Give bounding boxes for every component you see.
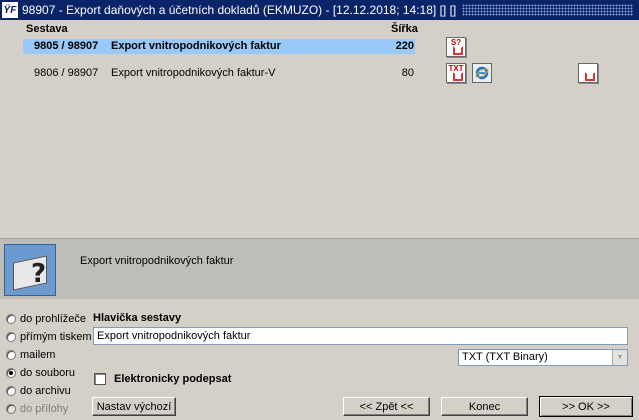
radio-label: mailem <box>20 349 56 361</box>
radio-do-prohlizece[interactable]: do prohlížeče <box>6 313 86 325</box>
column-header-sirka: Šířka <box>391 23 418 35</box>
pdf-file-icon[interactable]: S? <box>446 37 466 57</box>
header-field-label: Hlavička sestavy <box>93 312 182 324</box>
report-width: 220 <box>395 40 414 52</box>
radio-mailem[interactable]: mailem <box>6 349 55 361</box>
report-row[interactable]: 9805 / 98907 Export vnitropodnikových fa… <box>0 39 420 55</box>
chevron-down-icon[interactable]: ▼ <box>612 350 627 365</box>
radio-do-prilohy: do přílohy <box>6 403 68 415</box>
window-title: 98907 - Export daňových a účetních dokla… <box>22 3 457 17</box>
radio-label: přímým tiskem <box>20 331 92 343</box>
column-header-sestava: Sestava <box>26 23 68 35</box>
radio-indicator <box>6 314 16 324</box>
title-bar: ŸF 98907 - Export daňových a účetních do… <box>0 0 639 20</box>
radio-indicator <box>6 386 16 396</box>
radio-indicator <box>6 368 16 378</box>
radio-do-souboru[interactable]: do souboru <box>6 367 75 379</box>
esign-checkbox-row[interactable]: Elektronicky podepsat <box>94 373 231 385</box>
back-button[interactable]: << Zpět << <box>343 397 430 416</box>
format-select[interactable]: TXT (TXT Binary) ▼ <box>458 349 628 366</box>
radio-do-archivu[interactable]: do archivu <box>6 385 71 397</box>
title-bar-grip <box>462 4 633 16</box>
info-panel: ? Export vnitropodnikových faktur <box>0 238 639 299</box>
report-list: Sestava Šířka 9805 / 98907 Export vnitro… <box>0 20 639 238</box>
app-logo-icon: ŸF <box>2 2 18 18</box>
format-select-value: TXT (TXT Binary) <box>462 351 548 363</box>
defaults-button[interactable]: Nastav výchozí <box>92 397 176 416</box>
printer-help-icon: ? <box>4 244 56 296</box>
header-field-input[interactable] <box>93 327 628 345</box>
report-row[interactable]: 9806 / 98907 Export vnitropodnikových fa… <box>0 66 420 82</box>
internet-explorer-icon[interactable] <box>472 63 492 83</box>
radio-label: do prohlížeče <box>20 313 87 325</box>
report-width: 80 <box>401 67 414 79</box>
report-name: Export vnitropodnikových faktur <box>111 40 281 52</box>
radio-primym-tiskem[interactable]: přímým tiskem <box>6 331 92 343</box>
report-code: 9806 / 98907 <box>34 67 99 79</box>
radio-indicator <box>6 350 16 360</box>
report-code: 9805 / 98907 <box>34 40 99 52</box>
radio-indicator <box>6 404 16 414</box>
esign-checkbox[interactable] <box>94 373 106 385</box>
report-name: Export vnitropodnikových faktur-V <box>111 67 276 79</box>
txt-file-icon[interactable]: TXT <box>446 63 466 83</box>
radio-label: do souboru <box>20 367 76 379</box>
end-button[interactable]: Konec <box>441 397 528 416</box>
radio-indicator <box>6 332 16 342</box>
pdf-export-icon[interactable] <box>578 63 598 83</box>
radio-label: do přílohy <box>20 403 69 415</box>
ok-button[interactable]: >> OK >> <box>539 396 633 417</box>
info-text: Export vnitropodnikových faktur <box>80 255 234 267</box>
radio-label: do archivu <box>20 385 71 397</box>
esign-label: Elektronicky podepsat <box>114 373 232 385</box>
